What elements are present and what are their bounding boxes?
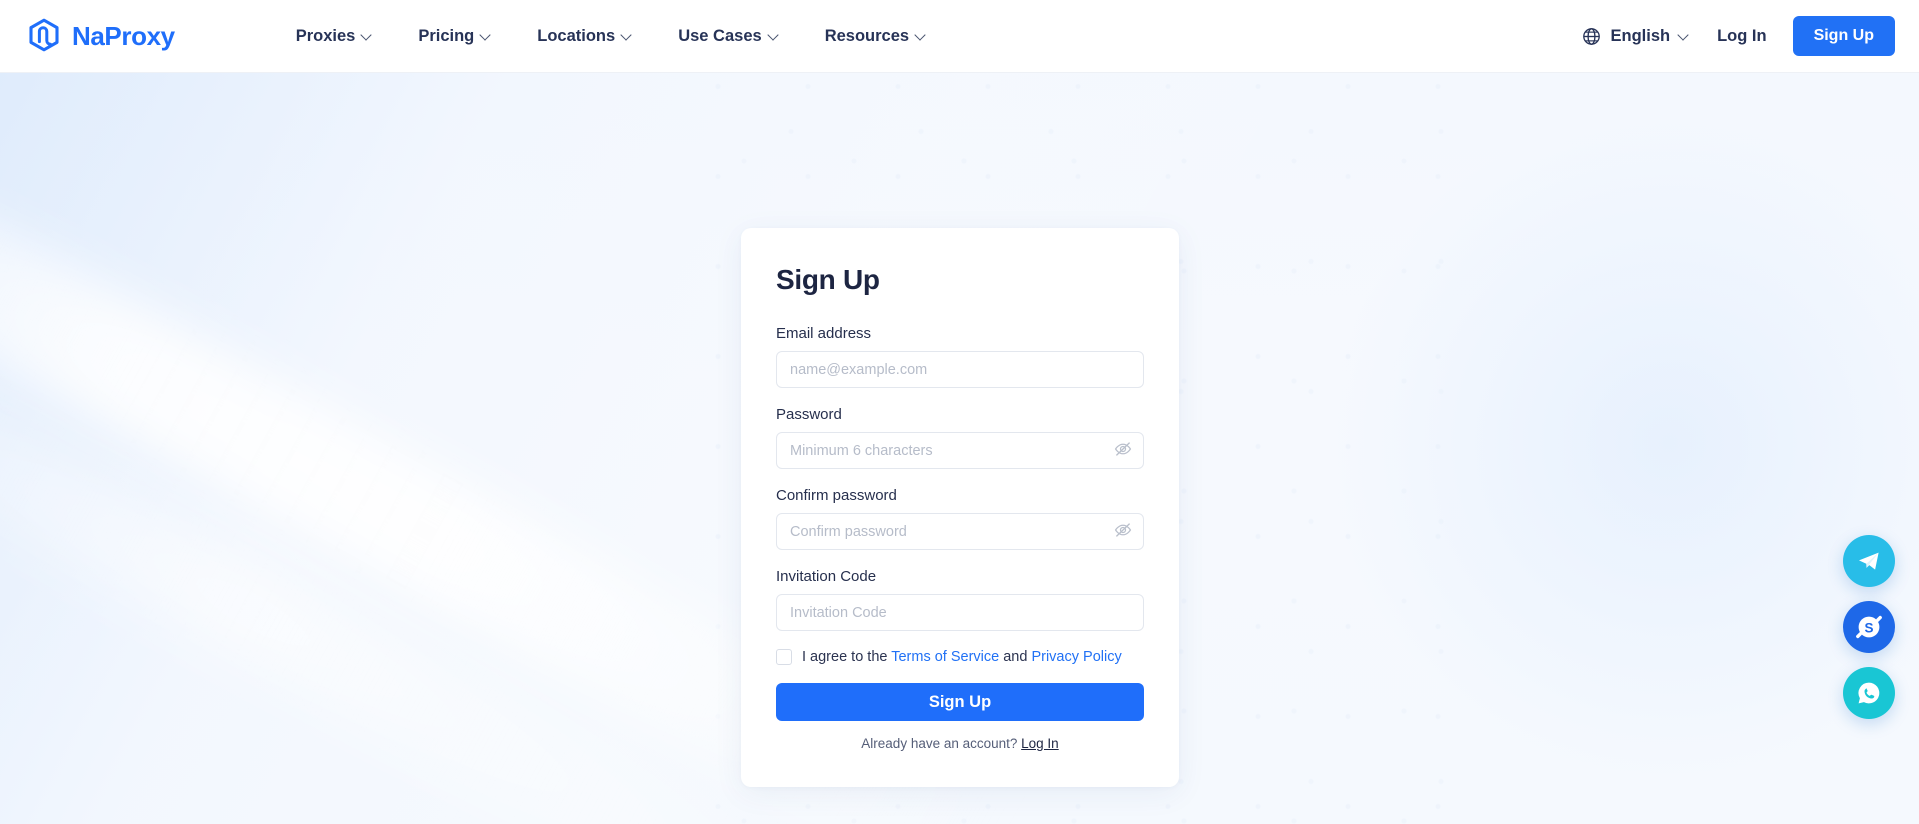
eye-off-icon xyxy=(1113,439,1133,462)
language-label: English xyxy=(1610,26,1671,45)
agreement-prefix: I agree to the xyxy=(802,649,892,665)
nav-item-label: Pricing xyxy=(418,26,475,45)
nav-item-use-cases[interactable]: Use Cases xyxy=(678,27,778,46)
privacy-policy-link[interactable]: Privacy Policy xyxy=(1031,649,1121,665)
skype-contact-button[interactable]: S xyxy=(1843,601,1895,653)
page-title: Sign Up xyxy=(776,264,880,295)
confirm-password-input-wrap xyxy=(776,513,1144,550)
password-visibility-toggle[interactable] xyxy=(1112,440,1134,462)
invitation-code-input-wrap xyxy=(776,594,1144,631)
nav-item-resources[interactable]: Resources xyxy=(825,27,926,46)
nav-item-pricing[interactable]: Pricing xyxy=(418,27,491,46)
header-actions: English Log In Sign Up xyxy=(1582,16,1895,56)
nav-item-label: Use Cases xyxy=(678,26,762,45)
nav-item-proxies[interactable]: Proxies xyxy=(296,27,373,46)
invitation-code-label: Invitation Code xyxy=(776,568,877,585)
agreement-middle: and xyxy=(999,649,1032,665)
chevron-down-icon xyxy=(622,30,632,40)
eye-off-icon xyxy=(1113,520,1133,543)
brand-name: NaProxy xyxy=(72,20,175,51)
login-link[interactable]: Log In xyxy=(1021,736,1059,751)
already-have-account-text: Already have an account? xyxy=(861,736,1022,751)
svg-text:S: S xyxy=(1864,620,1873,635)
naproxy-hexagon-logo-icon xyxy=(26,18,62,54)
floating-social-rail: S xyxy=(1843,535,1895,719)
terms-of-service-link[interactable]: Terms of Service xyxy=(891,649,999,665)
field-confirm-password: Confirm password xyxy=(776,487,1144,550)
email-input-wrap xyxy=(776,351,1144,388)
nav-item-locations[interactable]: Locations xyxy=(537,27,632,46)
chevron-down-icon xyxy=(1679,30,1689,40)
password-input[interactable] xyxy=(776,432,1144,469)
email-input[interactable] xyxy=(776,351,1144,388)
email-label: Email address xyxy=(776,325,872,342)
nav-item-label: Proxies xyxy=(295,26,356,45)
password-input-wrap xyxy=(776,432,1144,469)
chevron-down-icon xyxy=(916,30,926,40)
skype-icon: S xyxy=(1855,613,1883,641)
nav-item-label: Resources xyxy=(824,26,910,45)
whatsapp-contact-button[interactable] xyxy=(1843,667,1895,719)
globe-icon xyxy=(1582,27,1601,46)
whatsapp-icon xyxy=(1855,679,1883,707)
already-have-account-row: Already have an account? Log In xyxy=(776,736,1144,751)
brand-logo-link[interactable]: NaProxy xyxy=(26,18,175,54)
confirm-password-visibility-toggle[interactable] xyxy=(1112,521,1134,543)
main-navigation: Proxies Pricing Locations Use Cases Reso… xyxy=(296,27,926,46)
nav-item-label: Locations xyxy=(537,26,616,45)
header-signup-button[interactable]: Sign Up xyxy=(1792,16,1895,56)
header-login-link[interactable]: Log In xyxy=(1717,27,1766,46)
signup-card: Sign Up Email address Password Con xyxy=(741,228,1179,787)
field-email: Email address xyxy=(776,325,1144,388)
chevron-down-icon xyxy=(769,30,779,40)
signup-submit-button[interactable]: Sign Up xyxy=(776,683,1144,721)
confirm-password-input[interactable] xyxy=(776,513,1144,550)
agreement-checkbox[interactable] xyxy=(776,649,792,665)
confirm-password-label: Confirm password xyxy=(776,487,897,504)
field-invitation-code: Invitation Code xyxy=(776,568,1144,631)
invitation-code-input[interactable] xyxy=(776,594,1144,631)
field-password: Password xyxy=(776,406,1144,469)
agreement-text: I agree to the Terms of Service and Priv… xyxy=(802,649,1122,665)
telegram-contact-button[interactable] xyxy=(1843,535,1895,587)
chevron-down-icon xyxy=(481,30,491,40)
chevron-down-icon xyxy=(362,30,372,40)
agreement-row: I agree to the Terms of Service and Priv… xyxy=(776,649,1144,665)
site-header: NaProxy Proxies Pricing Locations Use Ca… xyxy=(0,0,1919,73)
password-label: Password xyxy=(776,406,842,423)
telegram-icon xyxy=(1856,548,1882,574)
language-selector[interactable]: English xyxy=(1582,27,1689,46)
